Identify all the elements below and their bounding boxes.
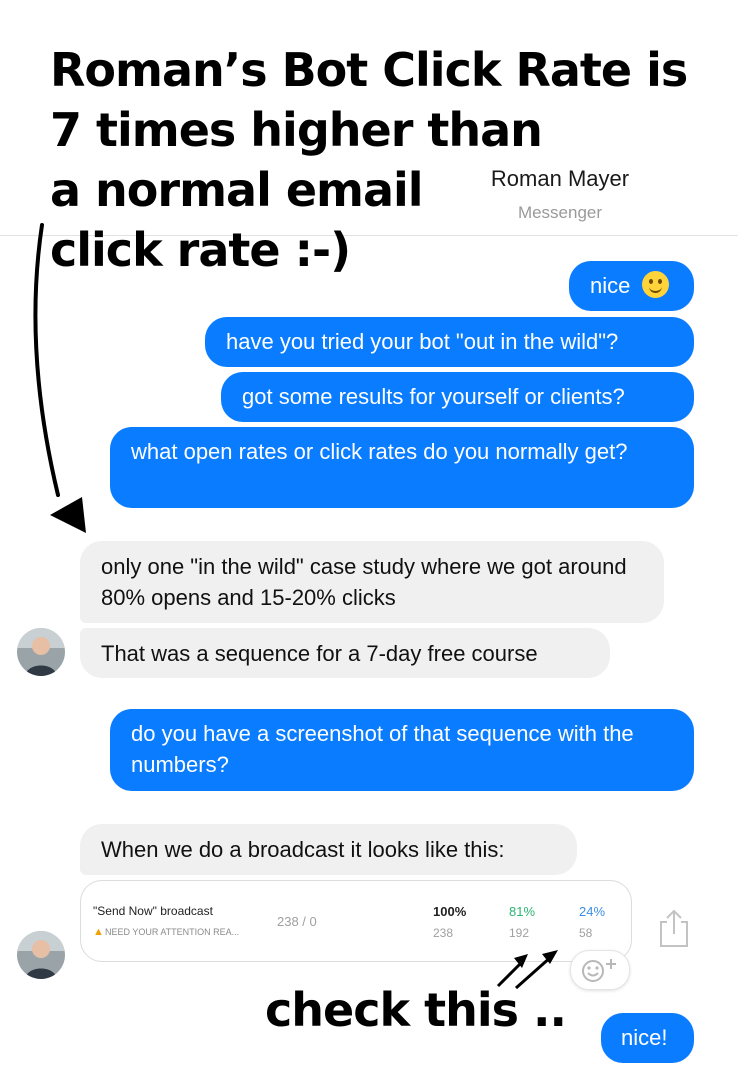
outgoing-message[interactable]: nice!: [601, 1013, 694, 1063]
person-icon: [17, 931, 65, 979]
outgoing-message[interactable]: nice: [569, 261, 694, 311]
outgoing-message[interactable]: do you have a screenshot of that sequenc…: [110, 709, 694, 791]
annotation-arrow-down: [33, 223, 86, 533]
click-count: 58: [579, 926, 593, 940]
annotation-line-1: Roman’s Bot Click Rate is: [50, 43, 688, 97]
contact-subtitle: Messenger: [517, 203, 603, 222]
sent-percent: 100%: [433, 904, 467, 919]
open-count: 192: [509, 926, 530, 940]
incoming-message[interactable]: When we do a broadcast it looks like thi…: [80, 824, 577, 875]
annotation-line-3: a normal email: [50, 163, 424, 217]
contact-avatar[interactable]: [17, 628, 65, 676]
add-reaction-button[interactable]: [570, 950, 630, 990]
incoming-message[interactable]: That was a sequence for a 7-day free cou…: [80, 628, 610, 678]
annotation-callout: check this ..: [265, 983, 567, 1037]
open-percent: 81%: [509, 904, 536, 919]
warning-icon: ▲: [93, 926, 104, 938]
broadcast-count: 238 / 0: [277, 914, 317, 929]
message-text: nice: [590, 273, 631, 298]
share-icon[interactable]: [657, 908, 691, 948]
person-icon: [17, 628, 65, 676]
outgoing-message[interactable]: have you tried your bot "out in the wild…: [205, 317, 694, 367]
contact-avatar[interactable]: [17, 931, 65, 979]
outgoing-message[interactable]: got some results for yourself or clients…: [221, 372, 694, 422]
smile-emoji-icon: [642, 271, 670, 298]
contact-name: Roman Mayer: [490, 166, 630, 191]
incoming-message[interactable]: only one "in the wild" case study where …: [80, 541, 664, 623]
outgoing-message[interactable]: what open rates or click rates do you no…: [110, 427, 694, 508]
broadcast-warning: NEED YOUR ATTENTION REA...: [105, 927, 240, 937]
annotation-line-2: 7 times higher than: [50, 103, 543, 157]
add-reaction-icon: [582, 959, 616, 982]
click-percent: 24%: [579, 904, 606, 919]
broadcast-title: "Send Now" broadcast: [93, 904, 213, 918]
sent-count: 238: [433, 926, 454, 940]
